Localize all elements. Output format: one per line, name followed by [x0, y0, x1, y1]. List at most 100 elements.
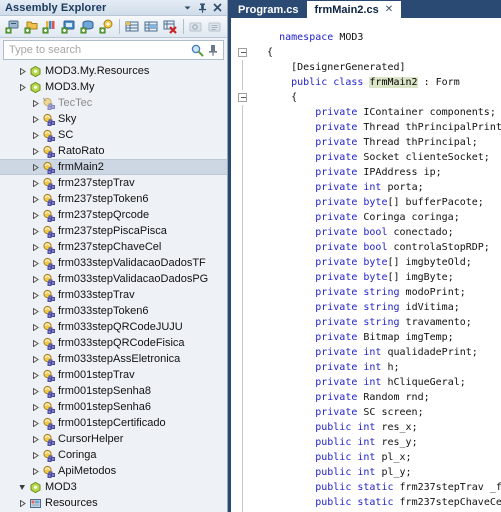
expander-expanded-icon[interactable]: [17, 479, 28, 495]
expander-collapsed-icon[interactable]: [30, 447, 41, 463]
expander-collapsed-icon[interactable]: [30, 287, 41, 303]
expander-collapsed-icon[interactable]: [30, 303, 41, 319]
tree-item[interactable]: SC: [0, 127, 227, 143]
tree-item-label: frm033stepToken6: [58, 305, 149, 317]
expander-collapsed-icon[interactable]: [30, 191, 41, 207]
expand-all-icon[interactable]: [123, 18, 141, 36]
open-gac-icon[interactable]: [78, 18, 96, 36]
code-fold-guide: [231, 270, 255, 285]
tree-item-selected[interactable]: frmMain2: [0, 159, 227, 175]
expander-collapsed-icon[interactable]: [30, 95, 41, 111]
tree-item[interactable]: CursorHelper: [0, 431, 227, 447]
tree-item[interactable]: frm033stepAssEletronica: [0, 351, 227, 367]
code-text: private Thread thPrincipal;: [315, 137, 478, 148]
code-line: private IPAddress ip;: [231, 165, 501, 180]
tree-item[interactable]: RatoRato: [0, 143, 227, 159]
open-nuget-icon[interactable]: [97, 18, 115, 36]
tree-item[interactable]: frm237stepTrav: [0, 175, 227, 191]
code-line: namespace MOD3: [231, 30, 501, 45]
tree-item[interactable]: frm033stepTrav: [0, 287, 227, 303]
tree-item[interactable]: frm033stepQRCodeJUJU: [0, 319, 227, 335]
expander-collapsed-icon[interactable]: [30, 351, 41, 367]
tree-item-label: ApiMetodos: [58, 465, 117, 477]
editor-tab-inactive[interactable]: Program.cs: [230, 1, 307, 18]
expander-collapsed-icon[interactable]: [30, 127, 41, 143]
tree-item-label: MOD3.My.Resources: [45, 65, 150, 77]
code-line: private Thread thPrincipal;: [231, 135, 501, 150]
tree-item[interactable]: frm001stepTrav: [0, 367, 227, 383]
expander-collapsed-icon[interactable]: [30, 463, 41, 479]
expander-collapsed-icon[interactable]: [30, 335, 41, 351]
code-line: {: [231, 45, 501, 60]
assembly-tree[interactable]: MOD3.My.Resources MOD3.My TecTec Sky SC RatoR…: [0, 62, 227, 512]
sync-icon[interactable]: [188, 18, 206, 36]
expander-collapsed-icon[interactable]: [30, 111, 41, 127]
expander-collapsed-icon[interactable]: [17, 495, 28, 511]
expander-collapsed-icon[interactable]: [30, 431, 41, 447]
open-list-icon[interactable]: [41, 18, 59, 36]
expander-collapsed-icon[interactable]: [30, 207, 41, 223]
code-fold-guide: [231, 360, 255, 375]
code-text: private int hCliqueGeral;: [315, 377, 466, 388]
expander-collapsed-icon[interactable]: [17, 63, 28, 79]
expander-collapsed-icon[interactable]: [30, 159, 41, 175]
search-input[interactable]: [9, 44, 189, 56]
tree-item[interactable]: frm237stepQrcode: [0, 207, 227, 223]
expander-collapsed-icon[interactable]: [30, 367, 41, 383]
expander-collapsed-icon[interactable]: [17, 79, 28, 95]
tree-item[interactable]: Resources: [0, 495, 227, 511]
class-icon: [41, 415, 56, 431]
tree-item[interactable]: MOD3.My.Resources: [0, 63, 227, 79]
tree-item[interactable]: Sky: [0, 111, 227, 127]
tree-item[interactable]: frm001stepSenha8: [0, 383, 227, 399]
tree-item[interactable]: Coringa: [0, 447, 227, 463]
tree-item[interactable]: frm033stepValidacaoDadosTF: [0, 255, 227, 271]
expander-collapsed-icon[interactable]: [30, 239, 41, 255]
code-surface[interactable]: namespace MOD3 { [DesignerGenerated] pub…: [228, 18, 501, 512]
collapse-all-icon[interactable]: [142, 18, 160, 36]
tree-item[interactable]: frm237stepToken6: [0, 191, 227, 207]
tree-item[interactable]: frm033stepToken6: [0, 303, 227, 319]
tree-item[interactable]: ApiMetodos: [0, 463, 227, 479]
tree-item-label: frm237stepChaveCel: [58, 241, 162, 253]
expander-collapsed-icon[interactable]: [30, 271, 41, 287]
expander-collapsed-icon[interactable]: [30, 175, 41, 191]
open-folder-icon[interactable]: [22, 18, 40, 36]
tree-item[interactable]: MOD3.My: [0, 79, 227, 95]
expander-collapsed-icon[interactable]: [30, 383, 41, 399]
expander-collapsed-icon[interactable]: [30, 223, 41, 239]
expander-collapsed-icon[interactable]: [30, 143, 41, 159]
tree-item[interactable]: frm033stepQRCodeFisica: [0, 335, 227, 351]
open-assembly-icon[interactable]: [3, 18, 21, 36]
expander-collapsed-icon[interactable]: [30, 319, 41, 335]
expander-collapsed-icon[interactable]: [30, 399, 41, 415]
search-icon[interactable]: [189, 42, 205, 58]
class-icon: [41, 223, 56, 239]
tree-item[interactable]: frm033stepValidacaoDadosPG: [0, 271, 227, 287]
close-icon[interactable]: [210, 1, 225, 15]
tree-item-label: frm237stepQrcode: [58, 209, 150, 221]
tree-item[interactable]: frm001stepCertificado: [0, 415, 227, 431]
search-box[interactable]: [3, 40, 224, 60]
tab-close-icon[interactable]: ✕: [385, 4, 393, 15]
tree-item-label: frm001stepCertificado: [58, 417, 166, 429]
remove-assembly-icon[interactable]: [161, 18, 179, 36]
class-icon: [41, 239, 56, 255]
editor-tab-active[interactable]: frmMain2.cs ✕: [306, 1, 402, 18]
properties-icon[interactable]: [206, 18, 224, 36]
pin-icon[interactable]: [195, 1, 210, 15]
expander-collapsed-icon[interactable]: [30, 255, 41, 271]
tree-item[interactable]: frm237stepChaveCel: [0, 239, 227, 255]
tree-item[interactable]: MOD3: [0, 479, 227, 495]
tree-item[interactable]: TecTec: [0, 95, 227, 111]
expander-collapsed-icon[interactable]: [30, 415, 41, 431]
collapse-box-icon[interactable]: [231, 90, 255, 105]
code-fold-guide: [231, 405, 255, 420]
collapse-box-icon[interactable]: [231, 45, 255, 60]
open-process-icon[interactable]: [59, 18, 77, 36]
tree-item[interactable]: frm001stepSenha6: [0, 399, 227, 415]
tree-item[interactable]: frm237stepPiscaPisca: [0, 223, 227, 239]
tree-scrollbar[interactable]: [223, 62, 227, 512]
dropdown-icon[interactable]: [180, 1, 195, 15]
filter-pin-icon[interactable]: [205, 42, 221, 58]
